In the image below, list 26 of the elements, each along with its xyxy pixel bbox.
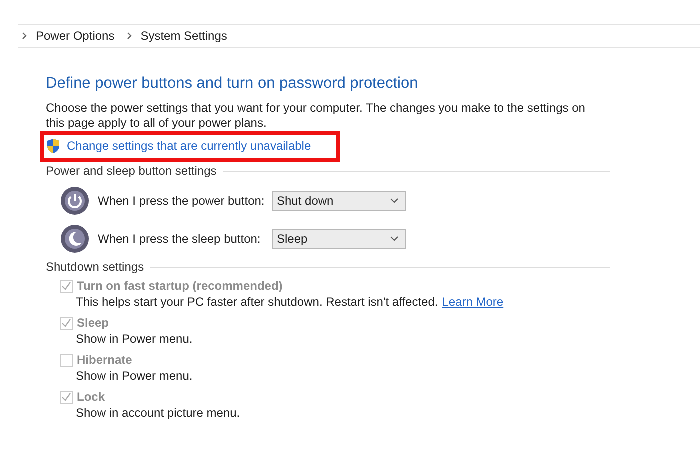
description-text: Choose the power settings that you want for your computer. The changes you make to the settings on this page apply to all of your power plans. bbox=[46, 101, 586, 131]
setting-label: When I press the sleep button: bbox=[98, 232, 262, 246]
breadcrumb-item[interactable]: System Settings bbox=[140, 29, 228, 43]
caret-icon bbox=[390, 236, 399, 242]
setting-label: When I press the power button: bbox=[98, 194, 266, 208]
section-heading: Power and sleep button settings bbox=[46, 164, 217, 178]
shield-icon bbox=[46, 138, 61, 154]
moon-icon bbox=[60, 224, 90, 254]
option-description: This helps start your PC faster after shutdown. Restart isn't affected. bbox=[76, 295, 438, 309]
breadcrumb-item[interactable]: Power Options bbox=[36, 29, 115, 43]
dropdown[interactable]: Sleep bbox=[272, 229, 406, 249]
option-label: Lock bbox=[77, 390, 106, 404]
caret-icon bbox=[390, 198, 399, 204]
option-description: Show in Power menu. bbox=[76, 369, 193, 383]
option-label: Turn on fast startup (recommended) bbox=[77, 279, 283, 293]
page-title: Define power buttons and turn on password protection bbox=[46, 75, 420, 93]
option-label: Hibernate bbox=[77, 353, 132, 367]
change-settings-link[interactable]: Change settings that are currently unavailable bbox=[67, 139, 312, 153]
section-heading: Shutdown settings bbox=[46, 260, 144, 274]
dropdown[interactable]: Shut down bbox=[272, 191, 406, 211]
option-description: Show in account picture menu. bbox=[76, 406, 240, 420]
chevron-icon bbox=[22, 32, 28, 40]
option-description: Show in Power menu. bbox=[76, 332, 193, 346]
chevron-icon bbox=[126, 32, 133, 40]
power-icon bbox=[60, 186, 90, 216]
option-label: Sleep bbox=[77, 316, 110, 330]
